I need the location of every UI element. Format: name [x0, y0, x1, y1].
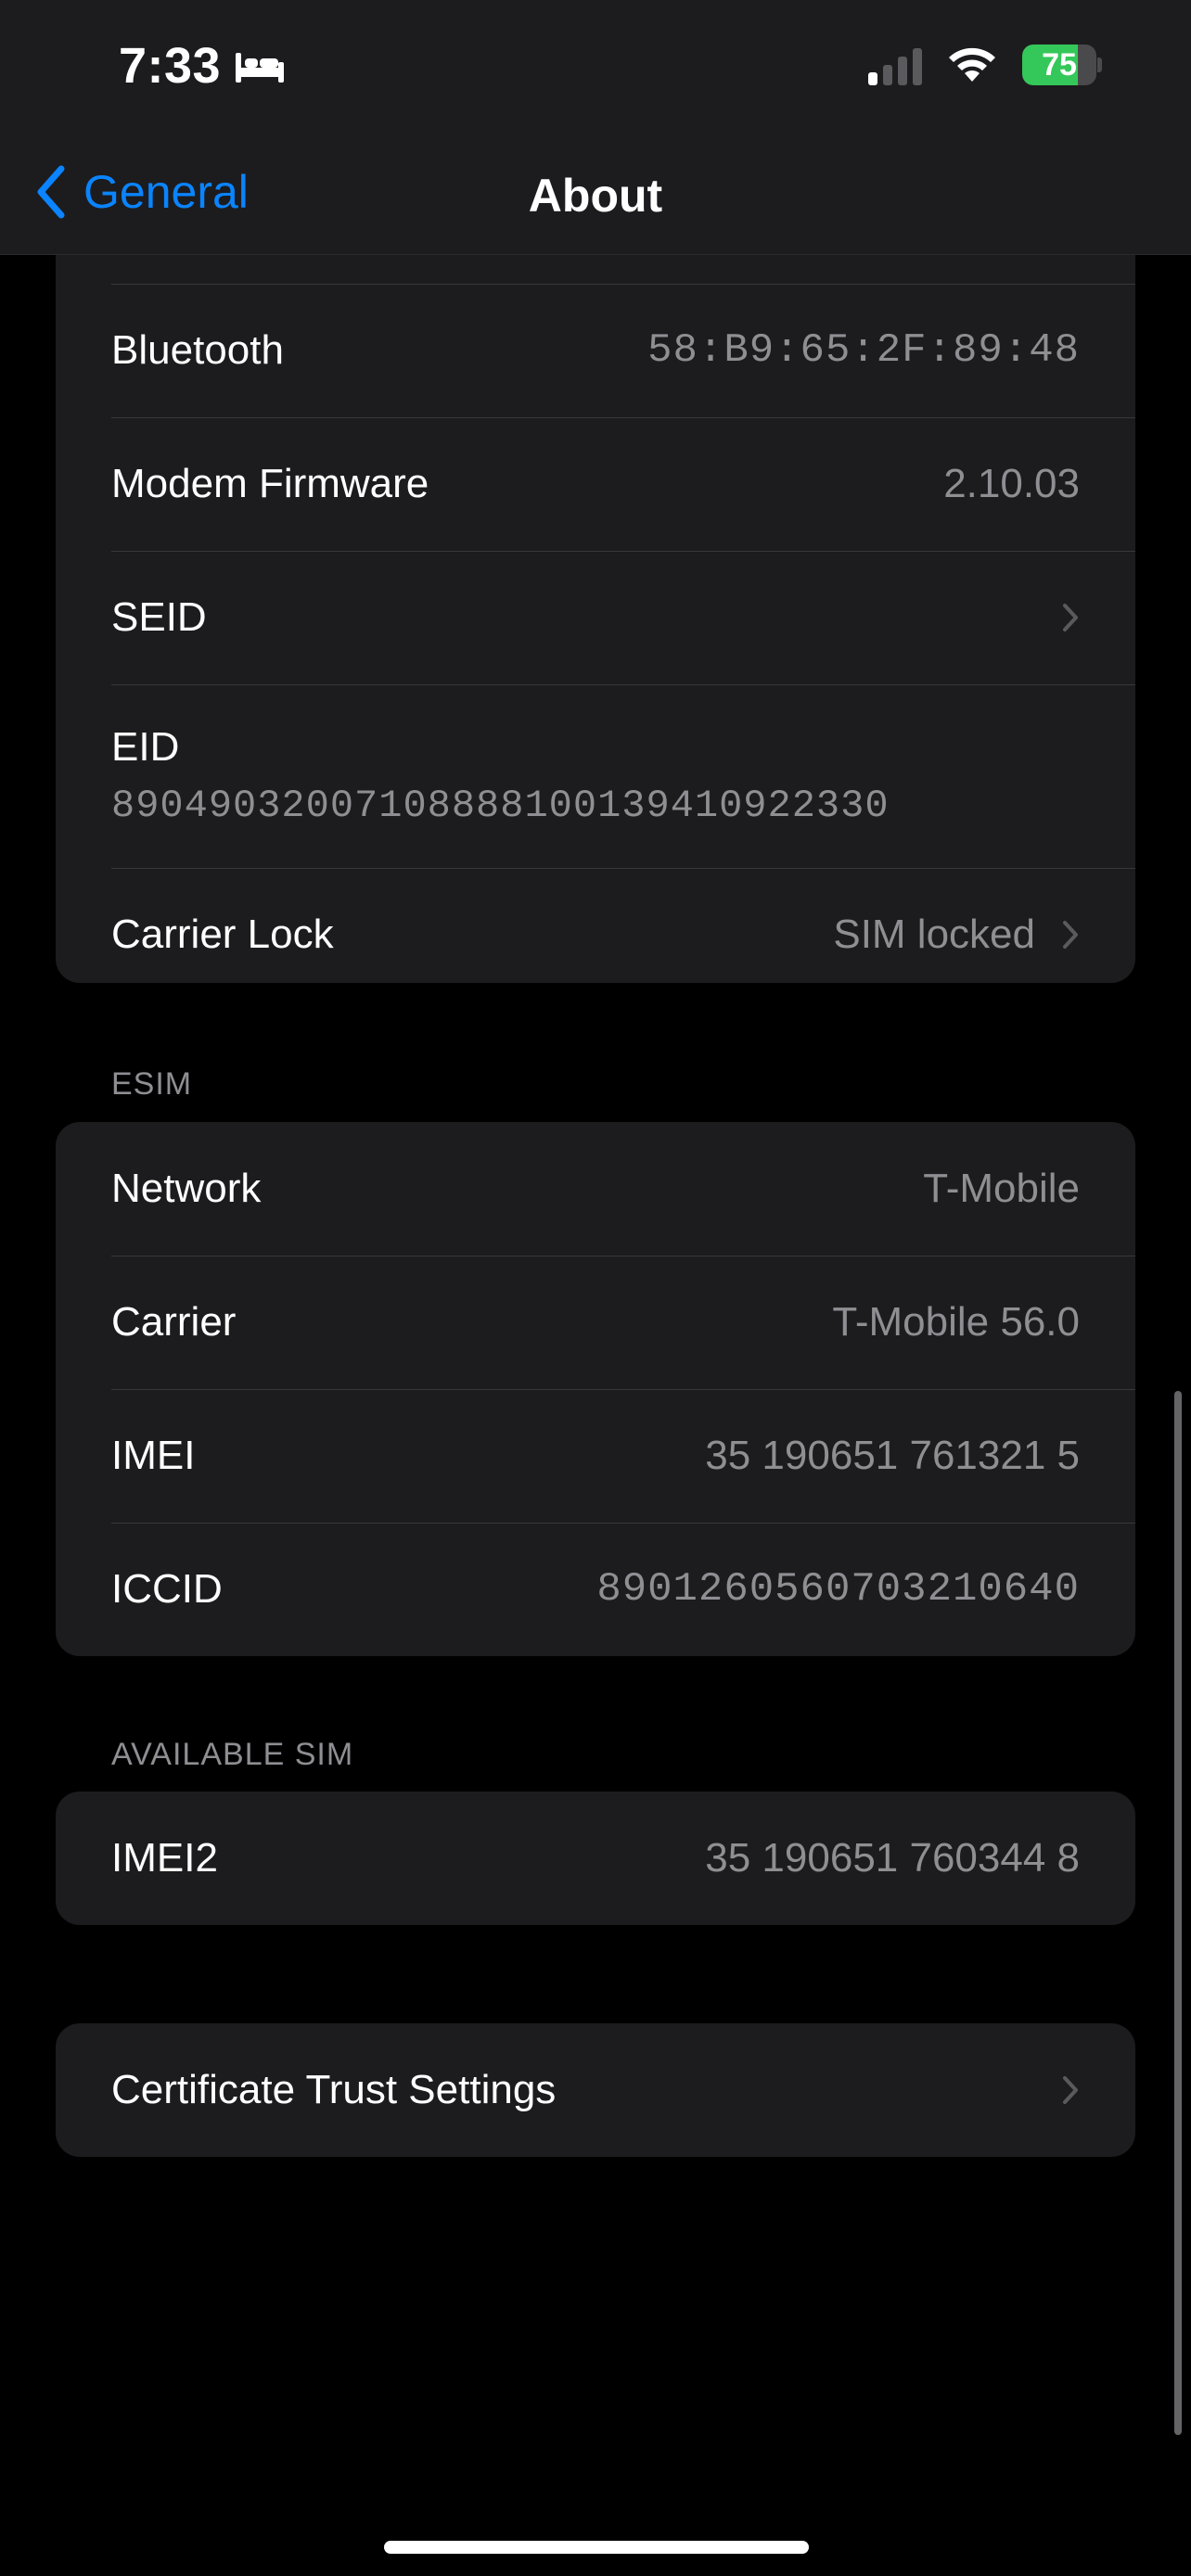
list-item-carrier: Carrier T-Mobile 56.0 [56, 1256, 1135, 1389]
row-label: Carrier Lock [111, 912, 334, 957]
list-item-network: Network T-Mobile [56, 1122, 1135, 1256]
row-label: Modem Firmware [111, 461, 429, 506]
row-value: 8901260560703210640 [596, 1566, 1080, 1613]
row-value: 2.10.03 [943, 461, 1080, 506]
home-indicator[interactable] [384, 2541, 809, 2554]
row-label: Certificate Trust Settings [111, 2067, 557, 2112]
list-item-imei: IMEI 35 190651 761321 5 [56, 1389, 1135, 1523]
row-label: IMEI [111, 1433, 196, 1478]
list-item-bluetooth: Bluetooth 58:B9:65:2F:89:48 [56, 284, 1135, 417]
row-label: Network [111, 1166, 262, 1211]
row-label: IMEI2 [111, 1835, 218, 1881]
sleep-focus-bed-icon [236, 53, 285, 83]
row-value: 35 190651 760344 8 [705, 1835, 1080, 1881]
row-value: 58:B9:65:2F:89:48 [647, 327, 1080, 374]
status-time: 7:33 [119, 38, 222, 94]
list-item-modem-firmware: Modem Firmware 2.10.03 [56, 417, 1135, 551]
status-indicators: 75 [868, 45, 1102, 85]
certificate-card: Certificate Trust Settings [56, 2023, 1135, 2157]
row-value: T-Mobile 56.0 [832, 1299, 1080, 1345]
esim-card: Network T-Mobile Carrier T-Mobile 56.0 I… [56, 1122, 1135, 1656]
row-value: SIM locked [833, 912, 1035, 957]
chevron-right-icon [1063, 921, 1078, 949]
row-label: Bluetooth [111, 327, 284, 373]
chevron-right-icon [1063, 604, 1078, 631]
status-time-group: 7:33 [119, 37, 286, 95]
row-label: ICCID [111, 1566, 223, 1612]
list-item-eid: EID 89049032007108888100139410922330 [56, 684, 1135, 868]
available-sim-card: IMEI2 35 190651 760344 8 [56, 1792, 1135, 1925]
cellular-signal-icon [868, 45, 922, 85]
row-label: SEID [111, 594, 207, 640]
list-item-iccid: ICCID 8901260560703210640 [56, 1523, 1135, 1656]
certificate-trust-settings-row[interactable]: Certificate Trust Settings [56, 2023, 1135, 2157]
page-title: About [528, 170, 663, 222]
navigation-bar: General About [0, 148, 1191, 237]
row-label: EID [111, 724, 180, 770]
device-info-card: Bluetooth 58:B9:65:2F:89:48 Modem Firmwa… [56, 219, 1135, 983]
section-header-esim: ESIM [111, 1066, 193, 1102]
list-item-carrier-lock[interactable]: Carrier Lock SIM locked [56, 868, 1135, 983]
list-item-seid[interactable]: SEID [56, 551, 1135, 684]
row-label: Carrier [111, 1299, 237, 1345]
battery-percent: 75 [1042, 47, 1077, 83]
battery-icon: 75 [1022, 45, 1102, 85]
wifi-icon [949, 47, 995, 82]
row-value: 35 190651 761321 5 [705, 1433, 1080, 1478]
top-bar: 7:33 75 General About [0, 0, 1191, 255]
section-header-available-sim: AVAILABLE SIM [111, 1737, 354, 1772]
row-value: T-Mobile [923, 1166, 1080, 1211]
scrollbar[interactable] [1174, 1391, 1182, 2435]
eid-value: 89049032007108888100139410922330 [111, 784, 890, 828]
list-item-imei2: IMEI2 35 190651 760344 8 [56, 1792, 1135, 1925]
chevron-right-icon [1063, 2076, 1078, 2104]
